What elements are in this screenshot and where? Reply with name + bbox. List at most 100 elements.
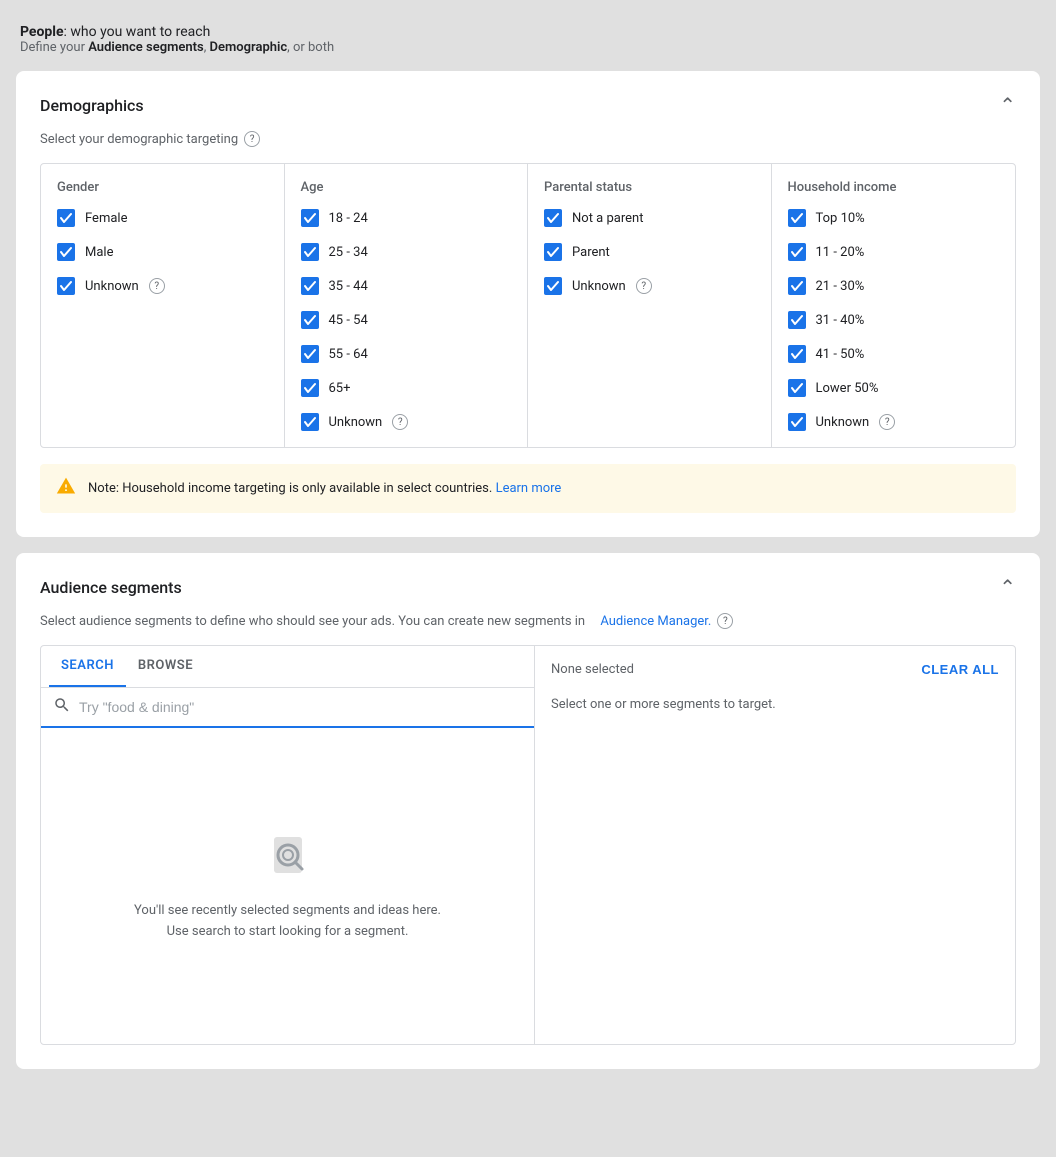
age-65plus-item: 65+: [301, 379, 512, 397]
parental-unknown-label: Unknown: [572, 279, 626, 294]
age-55-64-item: 55 - 64: [301, 345, 512, 363]
age-65plus-label: 65+: [329, 381, 351, 396]
age-25-34-label: 25 - 34: [329, 245, 368, 260]
income-21-30-label: 21 - 30%: [816, 279, 865, 294]
selected-panel: None selected CLEAR ALL Select one or mo…: [535, 646, 1015, 1044]
income-11-20-item: 11 - 20%: [788, 243, 1000, 261]
income-41-50-label: 41 - 50%: [816, 347, 865, 362]
search-empty-icon: [262, 829, 314, 885]
parental-not-parent-label: Not a parent: [572, 211, 643, 226]
gender-male-checkbox[interactable]: [57, 243, 75, 261]
parental-not-parent-checkbox[interactable]: [544, 209, 562, 227]
income-top10-label: Top 10%: [816, 211, 865, 226]
page-subtitle: Define your Audience segments, Demograph…: [20, 40, 1036, 55]
search-empty-text: You'll see recently selected segments an…: [134, 901, 441, 943]
household-income-column-title: Household income: [788, 180, 1000, 195]
warning-text: Note: Household income targeting is only…: [88, 481, 561, 496]
search-icon: [53, 696, 71, 718]
gender-female-item: Female: [57, 209, 268, 227]
age-unknown-checkbox[interactable]: [301, 413, 319, 431]
age-35-44-label: 35 - 44: [329, 279, 368, 294]
income-21-30-checkbox[interactable]: [788, 277, 806, 295]
age-18-24-item: 18 - 24: [301, 209, 512, 227]
warning-icon: [56, 476, 76, 501]
gender-female-checkbox[interactable]: [57, 209, 75, 227]
audience-description: Select audience segments to define who s…: [40, 613, 1016, 629]
parental-status-column-title: Parental status: [544, 180, 755, 195]
gender-male-item: Male: [57, 243, 268, 261]
parental-not-parent-item: Not a parent: [544, 209, 755, 227]
gender-unknown-item: Unknown ?: [57, 277, 268, 295]
parental-parent-checkbox[interactable]: [544, 243, 562, 261]
parental-parent-label: Parent: [572, 245, 610, 260]
tab-search[interactable]: SEARCH: [49, 646, 126, 687]
audience-segments-card: Audience segments ⌃ Select audience segm…: [16, 553, 1040, 1069]
age-55-64-label: 55 - 64: [329, 347, 368, 362]
demographics-title: Demographics: [40, 96, 144, 115]
age-45-54-item: 45 - 54: [301, 311, 512, 329]
age-column-title: Age: [301, 180, 512, 195]
audience-manager-link[interactable]: Audience Manager.: [600, 614, 711, 629]
demographics-help-icon[interactable]: ?: [244, 131, 260, 147]
audience-segments-help-icon[interactable]: ?: [717, 613, 733, 629]
parental-unknown-checkbox[interactable]: [544, 277, 562, 295]
audience-segments-card-header: Audience segments ⌃: [40, 577, 1016, 597]
select-prompt: Select one or more segments to target.: [551, 697, 999, 712]
income-unknown-checkbox[interactable]: [788, 413, 806, 431]
income-41-50-item: 41 - 50%: [788, 345, 1000, 363]
audience-panel: SEARCH BROWSE Y: [40, 645, 1016, 1045]
income-unknown-help-icon[interactable]: ?: [879, 414, 895, 430]
parental-unknown-item: Unknown ?: [544, 277, 755, 295]
age-65plus-checkbox[interactable]: [301, 379, 319, 397]
age-45-54-checkbox[interactable]: [301, 311, 319, 329]
income-unknown-label: Unknown: [816, 415, 870, 430]
segment-search-input[interactable]: [79, 699, 522, 715]
gender-column-title: Gender: [57, 180, 268, 195]
income-top10-item: Top 10%: [788, 209, 1000, 227]
gender-unknown-help-icon[interactable]: ?: [149, 278, 165, 294]
tab-browse[interactable]: BROWSE: [126, 646, 205, 687]
income-lower50-item: Lower 50%: [788, 379, 1000, 397]
demographics-grid: Gender Female Male Unknown ?: [40, 163, 1016, 448]
page-title: People: who you want to reach: [20, 24, 1036, 40]
income-lower50-label: Lower 50%: [816, 381, 879, 396]
gender-unknown-checkbox[interactable]: [57, 277, 75, 295]
demographics-collapse-icon[interactable]: ⌃: [999, 95, 1016, 115]
income-unknown-item: Unknown ?: [788, 413, 1000, 431]
income-31-40-item: 31 - 40%: [788, 311, 1000, 329]
gender-column: Gender Female Male Unknown ?: [41, 164, 285, 447]
income-31-40-label: 31 - 40%: [816, 313, 865, 328]
audience-segments-collapse-icon[interactable]: ⌃: [999, 577, 1016, 597]
age-unknown-help-icon[interactable]: ?: [392, 414, 408, 430]
none-selected-label: None selected: [551, 662, 634, 677]
age-unknown-item: Unknown ?: [301, 413, 512, 431]
income-lower50-checkbox[interactable]: [788, 379, 806, 397]
age-35-44-checkbox[interactable]: [301, 277, 319, 295]
age-45-54-label: 45 - 54: [329, 313, 368, 328]
page-header: People: who you want to reach Define you…: [16, 16, 1040, 71]
gender-unknown-label: Unknown: [85, 279, 139, 294]
income-31-40-checkbox[interactable]: [788, 311, 806, 329]
age-unknown-label: Unknown: [329, 415, 383, 430]
learn-more-link[interactable]: Learn more: [496, 481, 562, 496]
age-18-24-checkbox[interactable]: [301, 209, 319, 227]
search-browse-tabs: SEARCH BROWSE: [41, 646, 534, 688]
income-41-50-checkbox[interactable]: [788, 345, 806, 363]
search-panel: SEARCH BROWSE Y: [41, 646, 535, 1044]
income-top10-checkbox[interactable]: [788, 209, 806, 227]
parental-unknown-help-icon[interactable]: ?: [636, 278, 652, 294]
age-25-34-checkbox[interactable]: [301, 243, 319, 261]
income-11-20-checkbox[interactable]: [788, 243, 806, 261]
demographics-section-label: Select your demographic targeting ?: [40, 131, 1016, 147]
household-income-warning: Note: Household income targeting is only…: [40, 464, 1016, 513]
age-column: Age 18 - 24 25 - 34 35 - 44 45 - 54 55 -…: [285, 164, 529, 447]
age-25-34-item: 25 - 34: [301, 243, 512, 261]
gender-male-label: Male: [85, 245, 113, 260]
audience-segments-title: Audience segments: [40, 578, 182, 597]
income-11-20-label: 11 - 20%: [816, 245, 865, 260]
income-21-30-item: 21 - 30%: [788, 277, 1000, 295]
clear-all-button[interactable]: CLEAR ALL: [921, 662, 999, 677]
age-55-64-checkbox[interactable]: [301, 345, 319, 363]
demographics-card-header: Demographics ⌃: [40, 95, 1016, 115]
parental-status-column: Parental status Not a parent Parent Unkn…: [528, 164, 772, 447]
